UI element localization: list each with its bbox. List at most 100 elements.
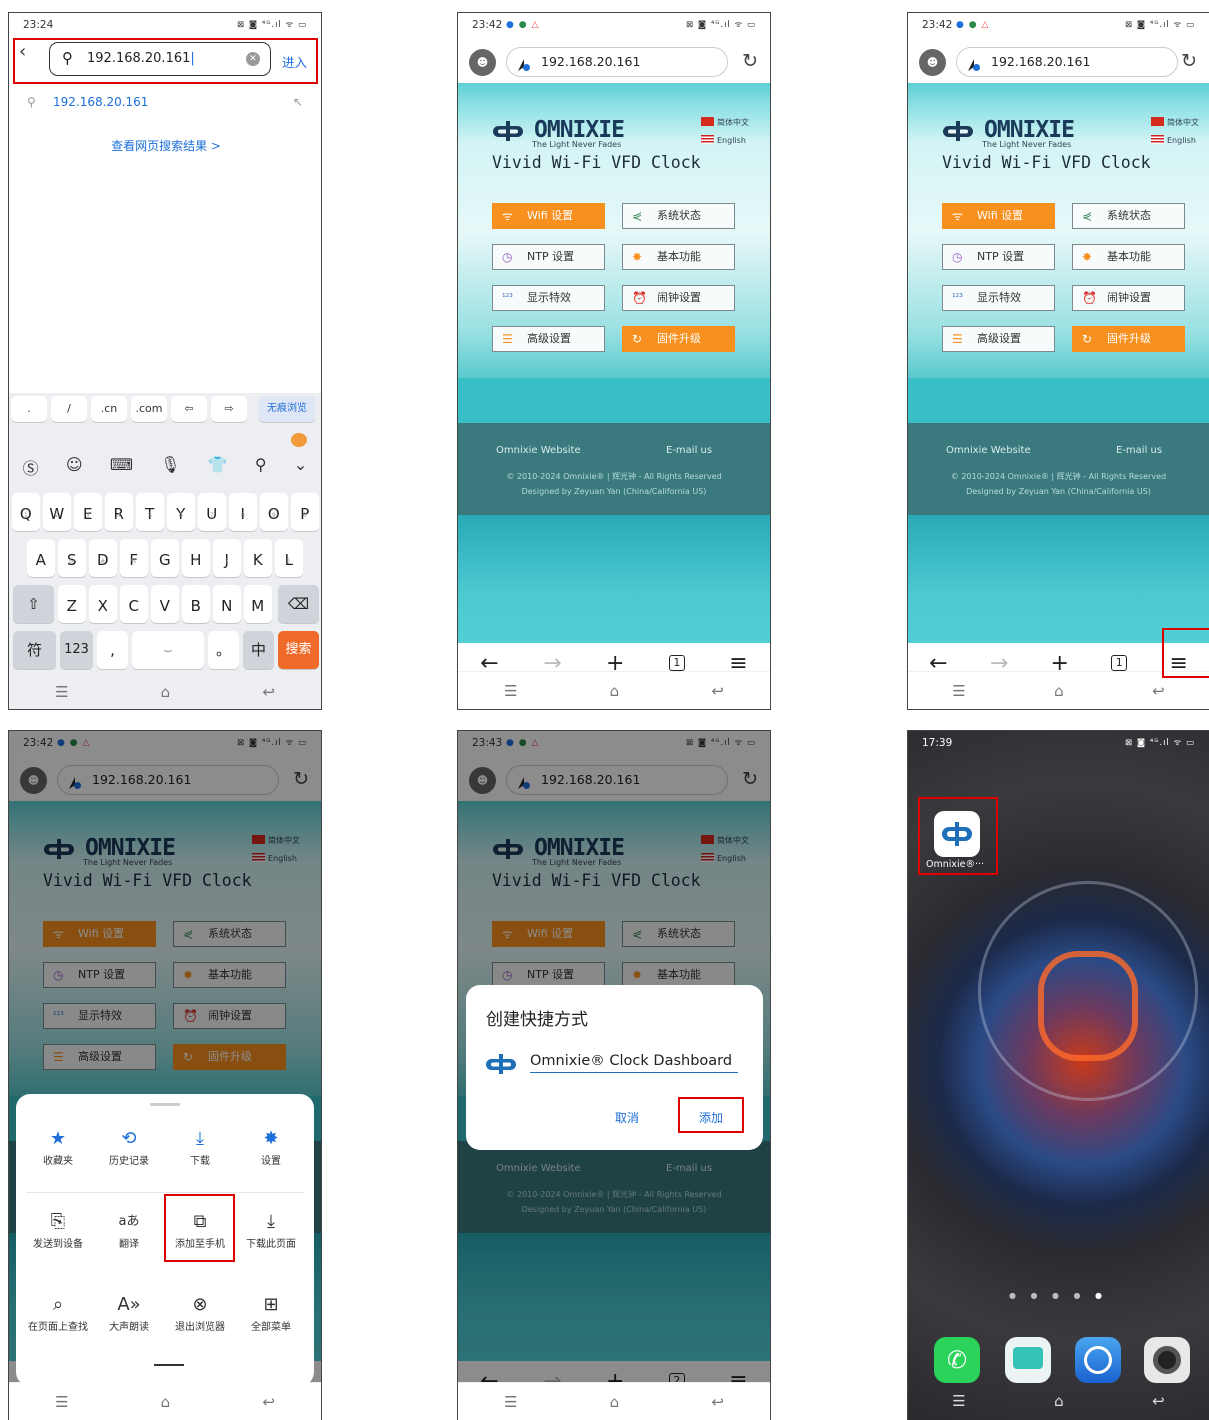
email-link[interactable]: E-mail us — [666, 445, 712, 456]
key-o[interactable]: 9O — [260, 493, 288, 531]
menu-item-8[interactable]: ⌕ 在页面上查找 — [21, 1292, 95, 1333]
menu-button-0[interactable]: ᯤ Wifi 设置 — [492, 203, 605, 229]
chinese-english-toggle[interactable]: 中 — [243, 631, 274, 669]
menu-button-1[interactable]: ⋞ 系统状态 — [1072, 203, 1185, 229]
key-s[interactable]: @ S — [58, 539, 86, 577]
key-n[interactable]: N — [213, 585, 241, 623]
home-icon[interactable]: ⌂ — [610, 682, 620, 700]
home-icon[interactable]: ⌂ — [1054, 1392, 1064, 1410]
lang-chinese-link[interactable]: 简体中文 — [1151, 117, 1199, 128]
menu-button-7[interactable]: ↻ 固件升级 — [622, 326, 735, 352]
key-e[interactable]: 3E — [74, 493, 102, 531]
menu-button-6[interactable]: ☰ 高级设置 — [942, 326, 1055, 352]
email-link[interactable]: E-mail us — [1116, 445, 1162, 456]
key-j[interactable]: ? J — [213, 539, 241, 577]
back-icon[interactable]: ↩ — [711, 1393, 724, 1411]
search-key[interactable]: 搜索 — [278, 631, 319, 669]
home-icon[interactable]: ⌂ — [161, 1393, 171, 1411]
reload-icon[interactable]: ↻ — [1181, 50, 1197, 72]
key-t[interactable]: 5T — [136, 493, 164, 531]
menu-button-3[interactable]: ✸ 基本功能 — [1072, 244, 1185, 270]
key-k[interactable]: (K — [244, 539, 272, 577]
url-field[interactable]: 192.168.20.161 — [506, 47, 728, 77]
quick-key[interactable]: . — [11, 396, 47, 422]
key-y[interactable]: 6Y — [167, 493, 195, 531]
menu-button-3[interactable]: ✸ 基本功能 — [622, 244, 735, 270]
key-r[interactable]: 4R — [105, 493, 133, 531]
profile-avatar-icon[interactable]: ☻ — [469, 49, 496, 76]
back-icon[interactable]: ↩ — [262, 1393, 275, 1411]
back-icon[interactable]: ↩ — [711, 682, 724, 700]
back-icon[interactable]: ↩ — [262, 683, 275, 701]
quick-key[interactable]: ⇨ — [211, 396, 247, 422]
menu-item-4[interactable]: ⎘ 发送到设备 — [21, 1209, 95, 1250]
search-icon[interactable]: ⚲ — [255, 455, 267, 485]
menu-item-11[interactable]: ⊞ 全部菜单 — [234, 1292, 308, 1333]
menu-button-1[interactable]: ⋞ 系统状态 — [622, 203, 735, 229]
period-key[interactable]: 。 — [208, 631, 239, 669]
camera-app-icon[interactable] — [1144, 1337, 1190, 1383]
key-a[interactable]: ! A — [27, 539, 55, 577]
quick-key[interactable]: .cn — [91, 396, 127, 422]
menu-button-5[interactable]: ⏰ 闹钟设置 — [1072, 285, 1185, 311]
sogou-logo-icon[interactable]: Ⓢ — [23, 455, 39, 485]
menu-icon[interactable]: ☰ — [952, 682, 965, 700]
key-w[interactable]: 2W — [43, 493, 71, 531]
key-h[interactable]: * H — [182, 539, 210, 577]
home-icon[interactable]: ⌂ — [161, 683, 171, 701]
quick-key[interactable]: / — [51, 396, 87, 422]
tabs-count-button[interactable]: 1 — [668, 655, 685, 671]
back-icon[interactable]: ↩ — [1152, 682, 1165, 700]
backspace-key[interactable]: ⌫ — [278, 585, 319, 623]
menu-item-2[interactable]: ⤓ 下载 — [163, 1126, 237, 1167]
key-i[interactable]: 8I — [229, 493, 257, 531]
phone-app-icon[interactable]: ✆ — [934, 1337, 980, 1383]
menu-button-2[interactable]: ◷ NTP 设置 — [492, 244, 605, 270]
reload-icon[interactable]: ↻ — [742, 50, 758, 72]
skin-icon[interactable]: 👕 — [208, 455, 228, 485]
drag-handle[interactable] — [150, 1103, 180, 1106]
menu-item-3[interactable]: ✸ 设置 — [234, 1126, 308, 1167]
menu-item-5[interactable]: aあ 翻译 — [92, 1209, 166, 1250]
menu-item-7[interactable]: ⤓ 下载此页面 — [234, 1209, 308, 1250]
messages-app-icon[interactable] — [1005, 1337, 1051, 1383]
cancel-button[interactable]: 取消 — [615, 1109, 639, 1126]
shortcut-name-input[interactable]: Omnixie® Clock Dashboard — [530, 1053, 738, 1073]
comma-key[interactable]: , — [97, 631, 128, 669]
key-u[interactable]: 7U — [198, 493, 226, 531]
chevron-down-icon[interactable]: ⌄ — [294, 455, 307, 485]
lang-english-link[interactable]: English — [701, 135, 746, 145]
menu-button-4[interactable]: ¹²³ 显示特效 — [492, 285, 605, 311]
number-key[interactable]: 123 — [60, 631, 93, 669]
menu-button-5[interactable]: ⏰ 闹钟设置 — [622, 285, 735, 311]
key-d[interactable]: # D — [89, 539, 117, 577]
menu-item-0[interactable]: ★ 收藏夹 — [21, 1126, 95, 1167]
menu-button-7[interactable]: ↻ 固件升级 — [1072, 326, 1185, 352]
website-link[interactable]: Omnixie Website — [946, 445, 1031, 456]
lang-english-link[interactable]: English — [1151, 135, 1196, 145]
menu-icon[interactable]: ☰ — [55, 1393, 68, 1411]
back-icon[interactable]: ↩ — [1152, 1392, 1165, 1410]
emoji-icon[interactable]: ☺ — [66, 455, 83, 485]
menu-button-0[interactable]: ᯤ Wifi 设置 — [942, 203, 1055, 229]
menu-icon[interactable]: ☰ — [952, 1392, 965, 1410]
arrow-upleft-icon[interactable]: ↖ — [293, 95, 303, 109]
profile-avatar-icon[interactable]: ☻ — [919, 49, 946, 76]
key-p[interactable]: 0P — [291, 493, 319, 531]
menu-button-2[interactable]: ◷ NTP 设置 — [942, 244, 1055, 270]
menu-button-6[interactable]: ☰ 高级设置 — [492, 326, 605, 352]
browser-app-icon[interactable] — [1075, 1337, 1121, 1383]
quick-key[interactable]: 无痕浏览 — [259, 396, 315, 422]
url-field[interactable]: 192.168.20.161 — [956, 47, 1178, 77]
key-v[interactable]: V — [151, 585, 179, 623]
menu-item-1[interactable]: ⟲ 历史记录 — [92, 1126, 166, 1167]
shift-key[interactable]: ⇧ — [13, 585, 54, 623]
lang-chinese-link[interactable]: 简体中文 — [701, 117, 749, 128]
keyboard-icon[interactable]: ⌨ — [110, 455, 133, 485]
suggestion-item[interactable]: ⚲ 192.168.20.161 ↖ — [27, 95, 307, 109]
key-x[interactable]: X — [89, 585, 117, 623]
key-f[interactable]: % F — [120, 539, 148, 577]
quick-key[interactable]: .com — [131, 396, 167, 422]
key-z[interactable]: ~ Z — [58, 585, 86, 623]
menu-item-10[interactable]: ⊗ 退出浏览器 — [163, 1292, 237, 1333]
